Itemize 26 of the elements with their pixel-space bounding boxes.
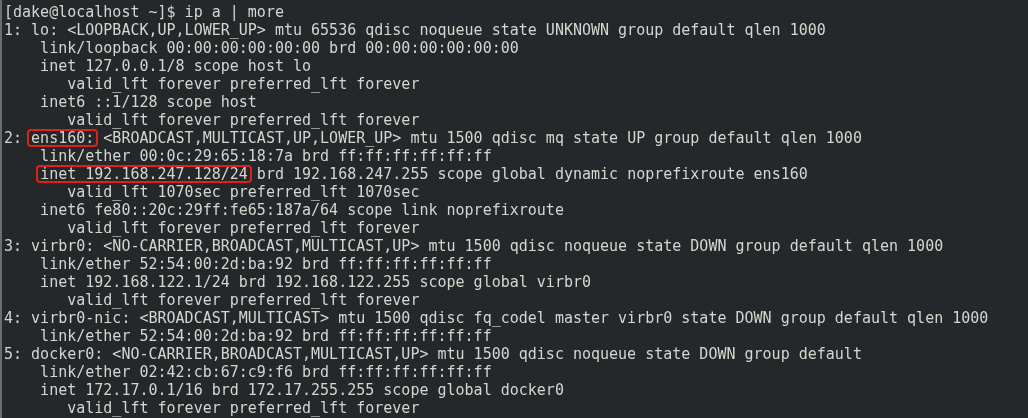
terminal-text: [dake@localhost ~]$ ip a | more <box>4 3 284 21</box>
terminal-text: valid_lft forever preferred_lft forever <box>66 75 420 93</box>
terminal-text: inet 172.17.0.1/16 brd 172.17.255.255 scope global docker0 <box>39 381 564 399</box>
terminal-text: 1: lo: <LOOPBACK,UP,LOWER_UP> mtu 65536 qdisc noqueue state UNKNOWN group default qlen 1000 <box>4 21 826 39</box>
terminal-text: valid_lft forever preferred_lft forever <box>66 399 420 417</box>
terminal-text: 5: docker0: <NO-CARRIER,BROADCAST,MULTICAST,UP> mtu 1500 qdisc noqueue state DOWN group default <box>4 345 862 363</box>
terminal-text: link/loopback 00:00:00:00:00:00 brd 00:00:00:00:00:00 <box>39 39 519 57</box>
terminal-text: valid_lft 1070sec preferred_lft 1070sec <box>66 183 420 201</box>
terminal-text: inet6 ::1/128 scope host <box>39 93 257 111</box>
terminal-text: 3: virbr0: <NO-CARRIER,BROADCAST,MULTICAST,UP> mtu 1500 qdisc noqueue state DOWN group default qlen 1000 <box>4 237 944 255</box>
terminal-text: 2: <box>4 129 24 147</box>
terminal-text: link/ether 52:54:00:2d:ba:92 brd ff:ff:ff:ff:ff:ff <box>39 255 492 273</box>
terminal-text: inet6 fe80::20c:29ff:fe65:187a/64 scope link noprefixroute <box>39 201 564 219</box>
terminal-text: valid_lft forever preferred_lft forever <box>66 291 420 309</box>
terminal-text: link/ether 52:54:00:2d:ba:92 brd ff:ff:ff:ff:ff:ff <box>39 327 492 345</box>
terminal-text: brd 192.168.247.255 scope global dynamic noprefixroute ens160 <box>255 165 808 183</box>
highlighted-text: inet 192.168.247.128/24 <box>36 165 252 183</box>
terminal-text: <BROADCAST,MULTICAST,UP,LOWER_UP> mtu 1500 qdisc mq state UP group default qlen 1000 <box>102 129 862 147</box>
terminal-text: link/ether 02:42:cb:67:c9:f6 brd ff:ff:ff:ff:ff:ff <box>39 363 492 381</box>
terminal-text: inet 127.0.0.1/8 scope host lo <box>39 57 312 75</box>
terminal-text: valid_lft forever preferred_lft forever <box>66 219 420 237</box>
terminal-text: valid_lft forever preferred_lft forever <box>66 111 420 129</box>
terminal-text: link/ether 00:0c:29:65:18:7a brd ff:ff:ff:ff:ff:ff <box>39 147 492 165</box>
terminal-text: 4: virbr0-nic: <BROADCAST,MULTICAST> mtu 1500 qdisc fq_codel master virbr0 state DOWN group default qlen 1000 <box>4 309 989 327</box>
highlighted-text: ens160: <box>27 129 99 147</box>
terminal-text: inet 192.168.122.1/24 brd 192.168.122.255 scope global virbr0 <box>39 273 591 291</box>
